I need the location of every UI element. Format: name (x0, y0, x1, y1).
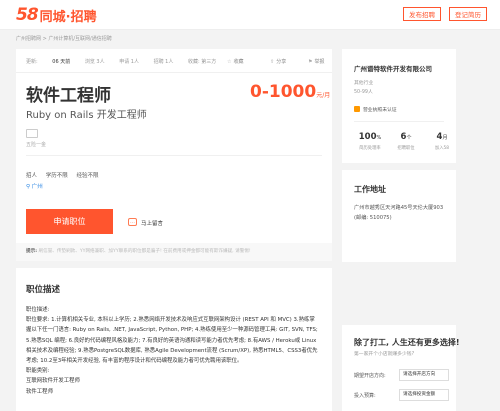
top-bar: 58 同城·招聘 发布招聘 登记简历 (0, 0, 500, 30)
divider (26, 155, 322, 156)
welfare-icon (26, 129, 38, 138)
budget-select[interactable]: 请选择投资金额 (399, 389, 449, 401)
site-logo[interactable]: 58 同城·招聘 (16, 5, 97, 25)
job-location[interactable]: ⚲ 广州 (26, 182, 43, 190)
stat-label: 简历处理率 (359, 146, 381, 151)
license-icon (354, 106, 360, 112)
update-info: 更新: 06 天前 (26, 59, 70, 65)
description-line: 5.熟悉SQL 编程; 6.良好的代码编程风格及能力; 7.有良好的英语沟通和读… (26, 337, 317, 344)
description-line: 互联网软件开发工程师 (26, 378, 80, 385)
favorite-label: 收藏 (233, 59, 244, 65)
welfare-label: 五险一金 (26, 142, 47, 148)
chat-icon[interactable]: … (128, 218, 137, 226)
requirement-item: 招人 (26, 173, 38, 179)
share-label: 分享 (276, 59, 287, 65)
location-pin-icon: ⚲ (26, 184, 31, 190)
job-requirements: 招人 学历不限 经验不限 (26, 171, 106, 179)
stat-unit: % (376, 135, 382, 141)
apply-button[interactable]: 申请职位 (26, 209, 113, 234)
stat-label: 加入58 (434, 146, 450, 151)
divider (354, 121, 444, 122)
divider (16, 72, 332, 73)
stat-value: 100% (352, 132, 388, 142)
license-status: 营业执照未认证 (363, 108, 397, 113)
job-card: 更新: 06 天前 浏览 3人 申请 1人 招聘 1人 收藏: 第三方 ☆ 收藏 … (16, 49, 332, 261)
job-subtitle: Ruby on Rails 开发工程师 (26, 110, 147, 121)
address-title: 工作地址 (354, 185, 386, 194)
favorite-button[interactable]: ☆ 收藏 (227, 58, 244, 65)
extra-info: 收藏: 第三方 (187, 59, 217, 65)
apply-count: 申请 1人 (119, 59, 139, 65)
requirement-item: 经验不限 (76, 173, 99, 179)
work-address-card: 工作地址 广州市越秀区天河路45号天伦大厦903 (邮编: 510075) (342, 170, 456, 262)
salary-unit: 元/月 (316, 92, 331, 99)
job-title: 软件工程师 (26, 86, 111, 106)
form-row-direction: 期望开店方向: 请选择开店方向 (354, 369, 450, 383)
description-line: 握以下任一门语言: Ruby on Rails, .NET, JavaScrip… (26, 327, 318, 334)
stat-membership: 4月 加入58 (424, 132, 460, 151)
form-row-budget: 投入预算: 请选择投资金额 (354, 389, 450, 403)
report-button[interactable]: ⚑ 举报 (308, 58, 325, 65)
share-icon: ⇪ (270, 59, 275, 65)
post-job-button[interactable]: 发布招聘 (403, 7, 441, 21)
company-card: 广州谱特软件开发有限公司 其他行业 50-99人 营业执照未认证 100% 简历… (342, 49, 456, 163)
job-description-card: 职位描述 职位描述: 职位要求: 1.计算机相关专业, 本科以上学历; 2.熟悉… (16, 268, 332, 411)
description-line: 职位要求: 1.计算机相关专业, 本科以上学历; 2.熟悉网络开发技术及响应式互… (26, 317, 315, 324)
franchise-form-card: 除了打工, 人生还有更多选择! 第一家开个小店就赚多少钱? 期望开店方向: 请选… (342, 325, 460, 411)
description-body: 职位描述: 职位要求: 1.计算机相关专业, 本科以上学历; 2.熟悉网络开发技… (26, 305, 322, 397)
description-line: 考虑; 10.2至3年相关开发经验, 有丰富的程序设计和代码编程及能力者可优先聘… (26, 358, 243, 365)
form-subtitle: 第一家开个小店就赚多少钱? (354, 352, 415, 357)
stat-value: 6个 (388, 132, 424, 142)
form-label: 投入预算: (354, 393, 376, 399)
description-line: 软件工程师 (26, 388, 53, 395)
update-label: 更新: (26, 59, 38, 65)
logo-text: 同城·招聘 (39, 9, 97, 25)
job-meta-row: 更新: 06 天前 浏览 3人 申请 1人 招聘 1人 收藏: 第三方 (26, 58, 229, 65)
stat-resume-rate: 100% 简历处理率 (352, 132, 388, 151)
form-label: 期望开店方向: (354, 373, 386, 379)
leave-message-link[interactable]: 马上留言 (141, 219, 163, 227)
stat-unit: 月 (442, 135, 448, 141)
register-resume-button[interactable]: 登记简历 (449, 7, 487, 21)
salary: 0-1000元/月 (250, 82, 330, 102)
salary-value: 0-1000 (250, 82, 317, 102)
direction-select[interactable]: 请选择开店方向 (399, 369, 449, 381)
form-title: 除了打工, 人生还有更多选择! (354, 338, 460, 347)
views-count: 浏览 3人 (84, 59, 105, 65)
tip-label: 提示: (26, 249, 38, 254)
update-value: 06 天前 (52, 59, 71, 65)
report-label: 举报 (314, 59, 325, 65)
company-name[interactable]: 广州谱特软件开发有限公司 (354, 63, 432, 73)
description-line: 相关技术及编程经验; 9.熟悉PostgreSQL数据库, 熟悉Agile De… (26, 347, 318, 354)
safety-tip: 提示: 刷信誉、传垫刷款、YY网络兼职、加YY聊系的职位都是骗子! 在前费用或押… (16, 243, 332, 261)
breadcrumb[interactable]: 广州招聘网 > 广州计算机/互联网/通信招聘 (16, 35, 112, 42)
stat-value: 4月 (424, 132, 460, 142)
location-text: 广州 (31, 184, 43, 190)
company-industry: 其他行业 (354, 81, 374, 86)
stat-number: 100 (358, 132, 377, 142)
share-button[interactable]: ⇪ 分享 (270, 58, 286, 65)
company-size: 50-99人 (354, 90, 373, 95)
description-line: 职位描述: (26, 307, 50, 313)
tip-text: 刷信誉、传垫刷款、YY网络兼职、加YY聊系的职位都是骗子! 在前费用或押金都可能… (38, 249, 251, 254)
requirement-item: 学历不限 (45, 173, 68, 179)
description-line: 职能类别: (26, 368, 50, 375)
logo-number: 58 (16, 5, 39, 25)
description-title: 职位描述 (26, 285, 61, 295)
star-icon: ☆ (227, 59, 232, 65)
stat-label: 招聘职位 (397, 146, 415, 151)
hires-count: 招聘 1人 (153, 59, 174, 65)
flag-icon: ⚑ (308, 59, 313, 65)
stat-open-positions: 6个 招聘职位 (388, 132, 424, 151)
address-text: 广州市越秀区天河路45号天伦大厦903 (邮编: 510075) (354, 205, 444, 221)
stat-unit: 个 (406, 135, 412, 141)
